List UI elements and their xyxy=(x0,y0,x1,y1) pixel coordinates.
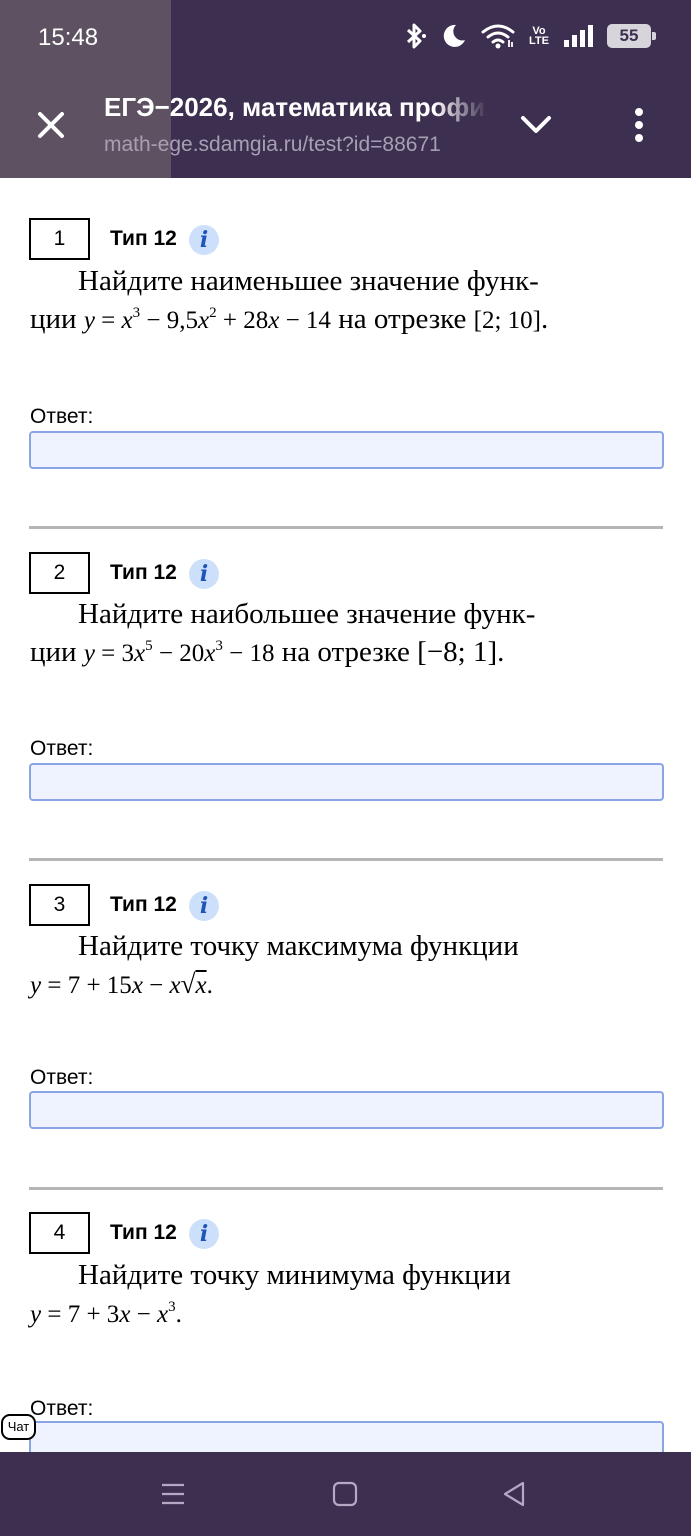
problem-line1: Найдите точку минимума функции xyxy=(78,1259,511,1291)
task-type: Тип 12 xyxy=(110,561,177,584)
system-nav-bar xyxy=(0,1452,691,1536)
more-vert-icon[interactable] xyxy=(626,104,652,146)
task-number[interactable]: 1 xyxy=(29,218,90,260)
back-triangle-icon[interactable] xyxy=(498,1478,532,1510)
problem-mid: на отрезке xyxy=(338,303,467,335)
bluetooth-icon xyxy=(407,23,427,49)
task-type: Тип 12 xyxy=(110,893,177,916)
home-square-icon[interactable] xyxy=(328,1478,362,1510)
chevron-down-icon[interactable] xyxy=(518,110,554,140)
answer-label: Ответ: xyxy=(30,1066,94,1089)
info-icon[interactable]: i xyxy=(189,225,219,255)
answer-input[interactable] xyxy=(29,1091,664,1129)
divider xyxy=(29,526,663,529)
problem-line1: Найдите наименьшее значение функ- xyxy=(78,265,539,297)
volte-icon: Vo LTE xyxy=(529,26,549,47)
problem-end: . xyxy=(541,303,549,335)
task-number[interactable]: 4 xyxy=(29,1212,90,1254)
page-url[interactable]: math-ege.sdamgia.ru/test?id=88671 xyxy=(104,133,488,157)
answer-input[interactable] xyxy=(29,763,664,801)
signal-icon xyxy=(564,25,593,47)
task-number[interactable]: 2 xyxy=(29,552,90,594)
problem-text: Найдите наибольшее значение функ- ции y … xyxy=(30,595,650,673)
problem-line1: Найдите наибольшее значение функ- xyxy=(78,598,536,630)
task-type: Тип 12 xyxy=(110,227,177,250)
formula: y = 7 + 3x − x3. xyxy=(30,1299,182,1329)
answer-label: Ответ: xyxy=(30,1397,94,1420)
problem-line1: Найдите точку максимума функции xyxy=(78,930,519,962)
moon-icon xyxy=(443,24,466,47)
status-time: 15:48 xyxy=(38,24,99,51)
chat-button[interactable]: Чат xyxy=(1,1414,36,1440)
status-icons: Vo LTE 55 xyxy=(403,22,656,50)
close-icon[interactable] xyxy=(30,104,72,146)
task-number[interactable]: 3 xyxy=(29,884,90,926)
formula: y = 7 + 15x − x√x. xyxy=(30,969,213,999)
answer-label: Ответ: xyxy=(30,737,94,760)
formula: y = x3 − 9,5x2 + 28x − 14 xyxy=(83,305,331,335)
problem-text: Найдите наименьшее значение функ- ции y … xyxy=(30,262,650,340)
battery-icon: 55 xyxy=(607,24,656,48)
answer-label: Ответ: xyxy=(30,405,94,428)
problem-text: Найдите точку максимума функции y = 7 + … xyxy=(30,927,650,1005)
browser-top-bar: 15:48 Vo LTE 55 ЕГЭ−2026, математика про… xyxy=(0,0,691,178)
divider xyxy=(29,858,663,861)
page-title: ЕГЭ−2026, математика профильный уровень xyxy=(104,92,488,122)
volte-bottom: LTE xyxy=(529,35,549,47)
info-icon[interactable]: i xyxy=(189,559,219,589)
info-icon[interactable]: i xyxy=(189,1219,219,1249)
problem-text: Найдите точку минимума функции y = 7 + 3… xyxy=(30,1256,650,1334)
problem-start: ции xyxy=(30,636,77,668)
divider xyxy=(29,1187,663,1190)
problem-start: ции xyxy=(30,303,77,335)
problem-mid: на отрезке [−8; 1]. xyxy=(281,636,505,668)
task-type: Тип 12 xyxy=(110,1221,177,1244)
interval: [2; 10] xyxy=(473,307,542,334)
wifi-icon xyxy=(481,24,515,49)
menu-icon[interactable] xyxy=(156,1478,190,1510)
info-icon[interactable]: i xyxy=(189,891,219,921)
answer-input[interactable] xyxy=(29,431,664,469)
formula: y = 3x5 − 20x3 − 18 xyxy=(83,638,275,668)
